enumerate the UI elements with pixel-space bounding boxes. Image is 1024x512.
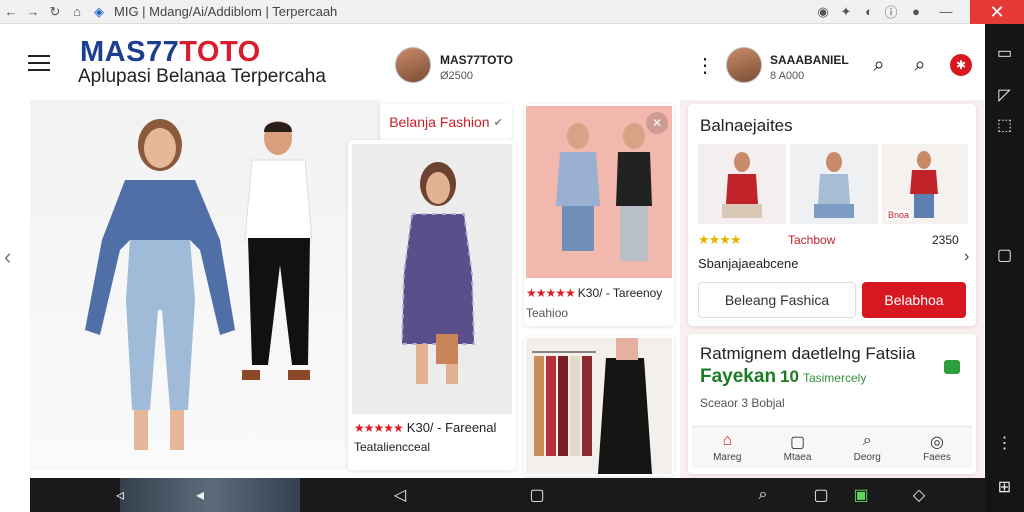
more-icon[interactable]: ⋮	[985, 428, 1024, 458]
system-nav-bar: ◃ ◂ ◁ ▢ ⌕ ▢ ▣ ◇	[30, 478, 985, 512]
rating-stars: ★★★★★	[354, 420, 404, 435]
square-icon: ▢	[789, 434, 806, 451]
volume-alt-icon[interactable]: ◂	[190, 478, 210, 512]
promo-green-sub: Tasimercely	[802, 371, 867, 385]
tagline: Aplupasi Belanaa Terpercaha	[78, 66, 326, 87]
bottom-nav-item[interactable]: ⌕ Deorg	[854, 432, 881, 463]
close-icon: ✕	[989, 1, 1005, 22]
user2-sub: 8 A000	[770, 70, 805, 82]
bottom-nav-label: Deorg	[853, 452, 881, 463]
thumb-image[interactable]: Bnoa	[882, 144, 968, 224]
puzzle-icon[interactable]: ✦	[835, 1, 857, 23]
product-subtitle: Teataliencceal	[354, 440, 431, 454]
info-icon[interactable]: ⓘ	[880, 1, 902, 23]
bottom-nav-label: Faees	[923, 452, 951, 463]
bottom-nav-item[interactable]: ▢ Mtaea	[784, 432, 812, 463]
more-vert-icon[interactable]: ⋮	[692, 52, 718, 78]
promo-green-title: Fayekan	[700, 366, 777, 387]
edit-icon[interactable]: ⬚	[985, 110, 1024, 140]
rotate-icon[interactable]: ◇	[908, 478, 930, 512]
bottom-nav-label: Mtaea	[783, 452, 812, 463]
cast-icon[interactable]: ▭	[985, 38, 1024, 68]
category-label-card[interactable]: Belanja Fashion ✔	[380, 104, 512, 140]
bottom-nav: ⌂ Mareg ▢ Mtaea ⌕ Deorg ◎ Faees	[692, 426, 972, 468]
side-title: Balnaejaites	[700, 116, 793, 135]
rotate-icon[interactable]: ◸	[985, 80, 1024, 110]
product-card[interactable]: ✕ ★★★★★ K30/ - Tareenoy Teahioo	[524, 104, 674, 326]
price: 2350	[932, 233, 959, 247]
home-icon: ⌂	[722, 432, 733, 449]
user1-name: MAS77TOTO	[440, 53, 513, 67]
back-icon[interactable]: ◁	[390, 478, 410, 512]
promo-card[interactable]: Ratmignem daetlelng Fatsiia Fayekan 10 T…	[688, 334, 976, 474]
bottom-nav-label: Mareg	[713, 452, 742, 463]
chevron-left-icon[interactable]: ‹	[4, 244, 11, 270]
search-icon: ⌕	[862, 432, 872, 449]
tab-title[interactable]: MIG | Mdang/Ai/Addiblom | Terpercaah	[114, 4, 337, 19]
circle-icon: ◎	[929, 434, 944, 451]
system-nav-column: ▭ ◸ ⬚ ▢ ⋮ ⊞	[985, 24, 1024, 512]
minimize-icon[interactable]: —	[935, 1, 957, 23]
promo-note: Sceaor 3 Bobjal	[700, 396, 785, 410]
product-card[interactable]: ★★★★★ K30/ - Fareenal Teataliencceal	[348, 140, 516, 470]
extension-icon[interactable]: ◉	[812, 1, 834, 23]
avatar-2[interactable]	[726, 47, 762, 83]
brand-part-2: TOTO	[179, 36, 261, 68]
bottom-nav-item[interactable]: ◎ Faees	[923, 432, 951, 463]
grid-icon[interactable]: ⊞	[985, 472, 1024, 502]
menu-icon[interactable]	[28, 55, 50, 73]
promo-badge: 10	[780, 367, 799, 386]
category-label: Belanja Fashion	[389, 114, 490, 130]
profile-icon[interactable]: ●	[905, 1, 927, 23]
volume-icon[interactable]: ◃	[110, 478, 130, 512]
hero-image	[85, 119, 313, 450]
close-window-button[interactable]: ✕	[970, 0, 1024, 24]
product-title: K30/ - Tareenoy	[577, 286, 663, 300]
recents-icon[interactable]: ▢	[810, 478, 832, 512]
avatar[interactable]	[395, 47, 431, 83]
recents-icon[interactable]: ▢	[985, 240, 1024, 270]
search-alt-icon[interactable]: ⌕	[907, 52, 933, 78]
rating-stars: ★★★★	[698, 232, 742, 247]
video-preview	[120, 478, 300, 512]
chevron-right-icon[interactable]: ›	[964, 248, 969, 266]
product-subtitle: Teahioo	[526, 306, 569, 320]
product-card[interactable]	[524, 336, 674, 476]
thumb-image[interactable]	[790, 144, 878, 224]
home-icon[interactable]: ⌂	[66, 1, 88, 23]
side-product-card[interactable]: Balnaejaites Bnoa ★★★★ Tachbow 2350 Sban…	[688, 104, 976, 326]
badge-icon	[944, 360, 960, 374]
verified-icon: ✔	[493, 116, 503, 129]
home-icon[interactable]: ▢	[526, 478, 548, 512]
product-image	[526, 338, 672, 474]
hero-banner[interactable]	[30, 100, 380, 470]
thumb-tag: Bnoa	[886, 210, 912, 220]
description: Sbanjajaeabcene	[698, 256, 799, 271]
search-icon[interactable]: ⌕	[866, 52, 892, 78]
sync-icon[interactable]: ◐	[858, 1, 880, 23]
shield-icon: ◈	[94, 3, 104, 19]
product-title: K30/ - Fareenal	[406, 420, 497, 435]
brand-part-1: MAS77	[80, 36, 180, 68]
rating-stars: ★★★★★	[526, 286, 576, 300]
browser-toolbar: ← → ↻ ⌂ ◈ MIG | Mdang/Ai/Addiblom | Terp…	[0, 0, 985, 24]
product-image	[352, 144, 512, 414]
secondary-button[interactable]: Beleang Fashica	[698, 282, 856, 318]
brand-logo[interactable]: MAS77TOTO	[80, 36, 261, 69]
notification-icon[interactable]: ✱	[950, 54, 972, 76]
screenshot-icon[interactable]: ▣	[850, 478, 872, 512]
rating-label: Tachbow	[788, 233, 836, 247]
reload-icon[interactable]: ↻	[44, 1, 66, 23]
thumb-image[interactable]	[698, 144, 786, 224]
user1-sub: Ø2500	[440, 70, 474, 82]
user2-name: SAAABANIEL	[770, 53, 849, 67]
promo-title: Ratmignem daetlelng Fatsiia	[700, 344, 916, 363]
bottom-nav-item[interactable]: ⌂ Mareg	[713, 432, 741, 463]
close-icon[interactable]: ✕	[646, 112, 668, 134]
back-icon[interactable]: ←	[0, 1, 22, 23]
forward-icon[interactable]: →	[22, 1, 44, 23]
primary-button[interactable]: Belabhoa	[862, 282, 966, 318]
search-icon[interactable]: ⌕	[752, 478, 774, 512]
